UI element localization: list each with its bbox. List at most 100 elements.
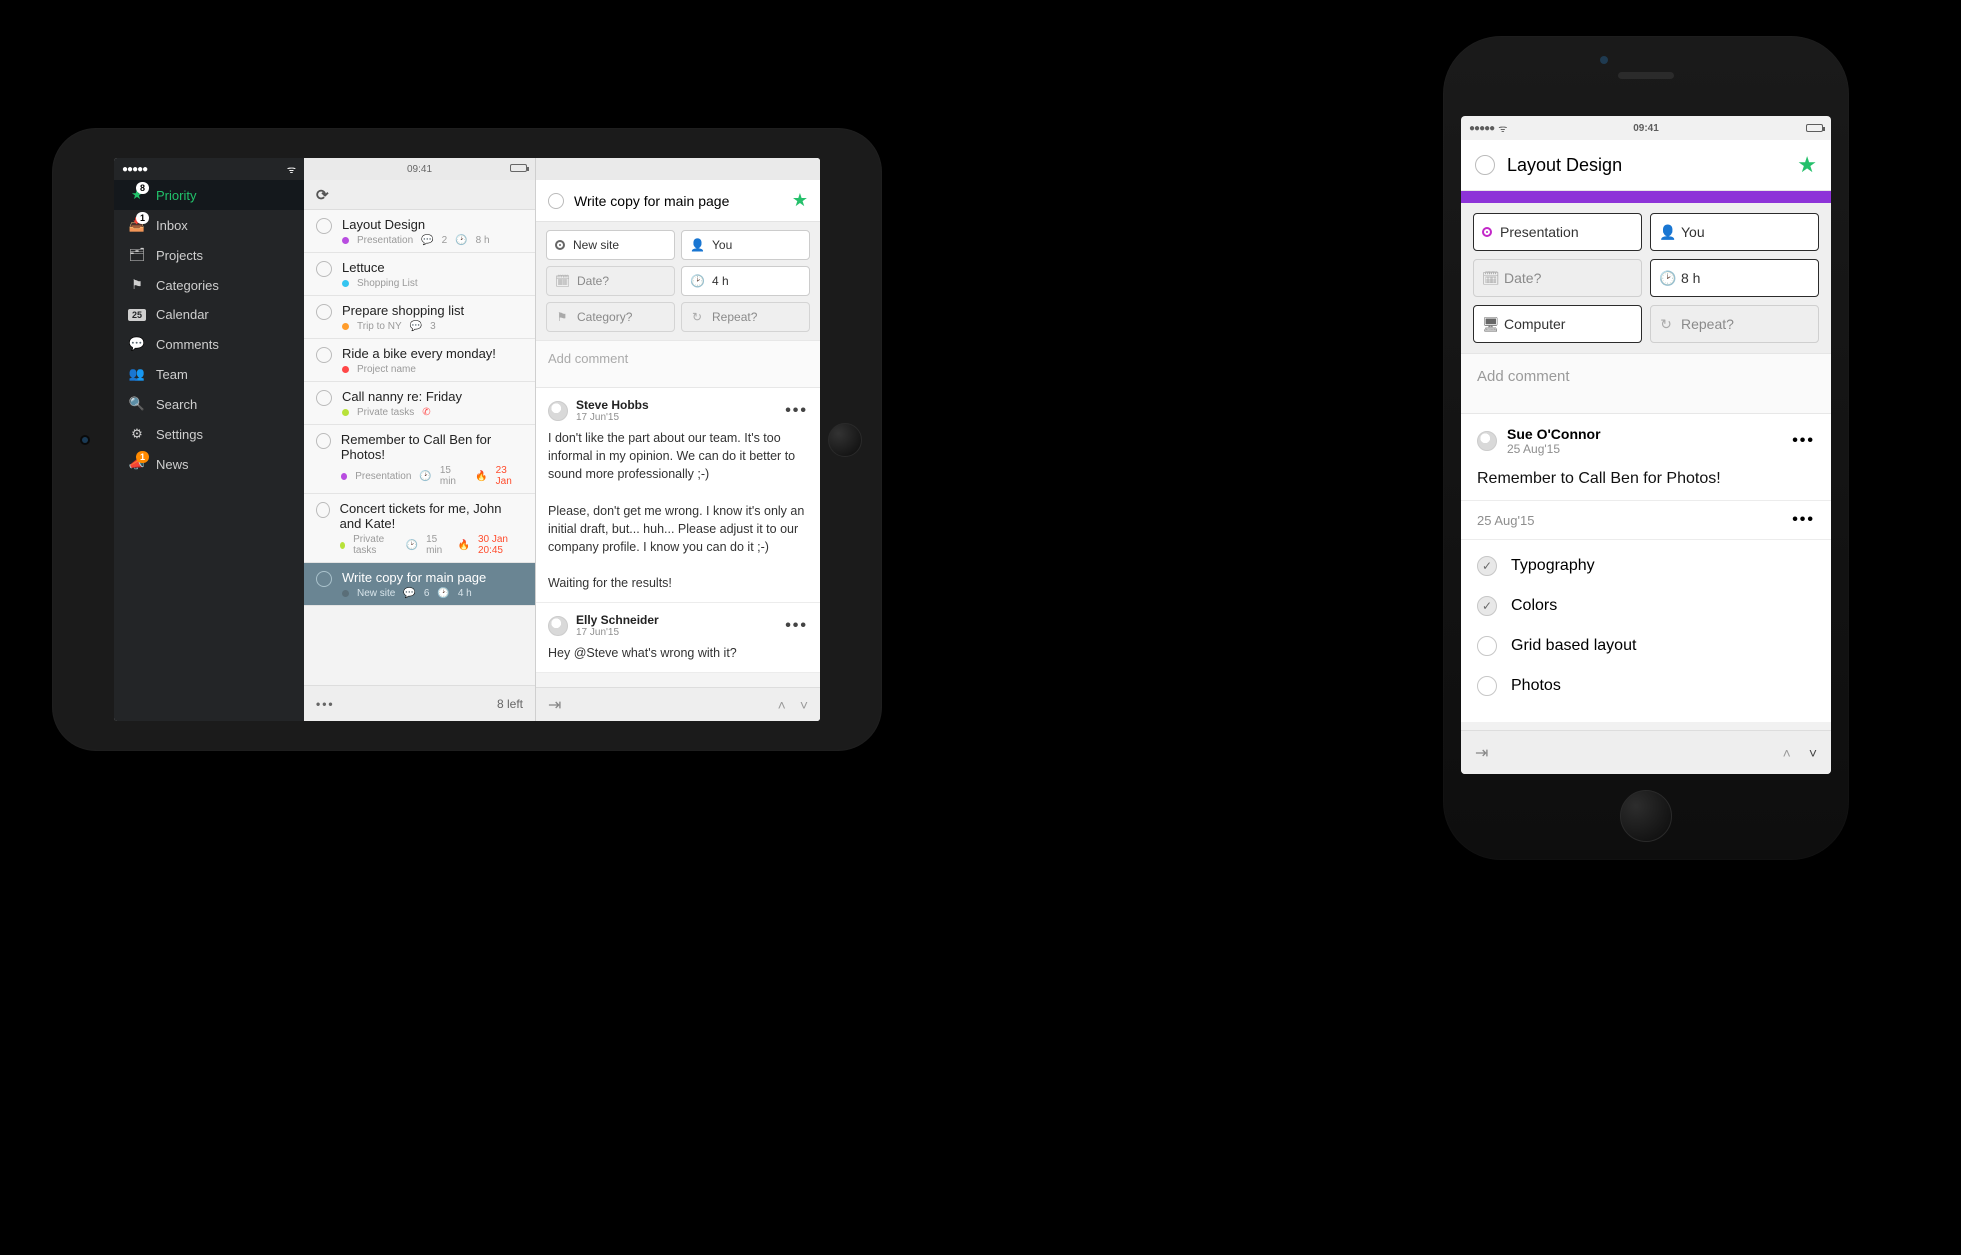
next-icon[interactable]: ˅ (1809, 745, 1817, 761)
sidebar-item-comments[interactable]: 💬 Comments (114, 329, 304, 359)
status-bar: ᯤ (114, 158, 304, 180)
task-title: Layout Design (342, 217, 490, 232)
sidebar-item-label: Priority (156, 188, 196, 203)
complete-toggle[interactable] (316, 502, 330, 518)
clock-icon: 🕑 (1659, 270, 1673, 287)
more-icon[interactable]: ••• (1792, 432, 1815, 450)
sidebar-item-news[interactable]: 📣 1 News (114, 449, 304, 479)
collapse-icon[interactable]: ⇥ (548, 695, 561, 715)
radio-icon (1482, 227, 1492, 237)
project-pill[interactable]: Presentation (1473, 213, 1642, 251)
checkbox[interactable] (1477, 636, 1497, 656)
checkbox[interactable]: ✓ (1477, 596, 1497, 616)
complete-toggle[interactable] (316, 218, 332, 234)
checklist-item[interactable]: Photos (1477, 666, 1815, 706)
checkbox[interactable] (1477, 676, 1497, 696)
person-icon: 👤 (690, 238, 704, 252)
task-detail: Write copy for main page ★ New site 👤You… (536, 158, 820, 721)
complete-toggle[interactable] (316, 261, 332, 277)
checklist-item[interactable]: ✓Colors (1477, 586, 1815, 626)
duration-pill[interactable]: 🕑8 h (1650, 259, 1819, 297)
team-icon: 👥 (128, 366, 146, 382)
add-comment-box[interactable]: Add comment (1461, 354, 1831, 414)
checkbox[interactable]: ✓ (1477, 556, 1497, 576)
task-row[interactable]: Prepare shopping listTrip to NY 💬3 (304, 296, 535, 339)
assignee-pill[interactable]: 👤You (681, 230, 810, 260)
iphone-device: ᯤ 09:41 Layout Design ★ Presentation 👤Yo… (1443, 36, 1849, 860)
complete-toggle[interactable] (1475, 155, 1495, 175)
avatar (1477, 431, 1497, 451)
task-row[interactable]: Write copy for main pageNew site 💬6 🕑4 h (304, 563, 535, 606)
complete-toggle[interactable] (316, 433, 331, 449)
more-icon[interactable]: ••• (785, 402, 808, 420)
project-name: Private tasks (357, 407, 414, 418)
task-meta: Shopping List (342, 278, 418, 289)
task-title: Lettuce (342, 260, 418, 275)
ipad-home-button[interactable] (828, 423, 862, 457)
person-icon: 👤 (1659, 224, 1673, 241)
monitor-icon: 🖥 (1482, 316, 1496, 333)
task-meta: New site 💬6 🕑4 h (342, 588, 486, 599)
iphone-home-button[interactable] (1620, 790, 1672, 842)
task-row[interactable]: Call nanny re: FridayPrivate tasks ✆ (304, 382, 535, 425)
task-row[interactable]: Lettuce Shopping List (304, 253, 535, 296)
star-icon[interactable]: ★ (1797, 152, 1817, 178)
duration-pill[interactable]: 🕑4 h (681, 266, 810, 296)
sidebar-item-search[interactable]: 🔍 Search (114, 389, 304, 419)
date-pill[interactable]: 🗓Date? (1473, 259, 1642, 297)
comment-author: Elly Schneider (576, 613, 659, 627)
detail-header: Write copy for main page ★ (536, 180, 820, 222)
prev-icon[interactable]: ˄ (778, 697, 786, 713)
comment-date: 17 Jun'15 (576, 412, 649, 423)
project-dot (342, 280, 349, 287)
sidebar-item-categories[interactable]: ⚑ Categories (114, 270, 304, 300)
sidebar-item-calendar[interactable]: 25 Calendar (114, 300, 304, 329)
sidebar-item-priority[interactable]: ★ 8 Priority (114, 180, 304, 210)
date-pill[interactable]: 🗓Date? (546, 266, 675, 296)
avatar (548, 616, 568, 636)
folder-icon: 🗂 (128, 247, 146, 263)
repeat-pill[interactable]: ↻Repeat? (1650, 305, 1819, 343)
prev-icon[interactable]: ˄ (1783, 745, 1791, 761)
task-row[interactable]: Remember to Call Ben for Photos!Presenta… (304, 425, 535, 494)
category-pill[interactable]: 🖥Computer (1473, 305, 1642, 343)
task-row[interactable]: Layout DesignPresentation 💬2 🕑8 h (304, 210, 535, 253)
sidebar-item-settings[interactable]: ⚙ Settings (114, 419, 304, 449)
sidebar-item-label: Inbox (156, 218, 188, 233)
news-badge: 1 (136, 451, 149, 463)
complete-toggle[interactable] (316, 347, 332, 363)
sidebar-item-projects[interactable]: 🗂 Projects (114, 240, 304, 270)
more-icon[interactable]: ••• (1792, 511, 1815, 529)
battery-icon (510, 164, 527, 175)
comment-author: Sue O'Connor (1507, 426, 1601, 442)
next-icon[interactable]: ˅ (800, 697, 808, 713)
complete-toggle[interactable] (316, 390, 332, 406)
complete-toggle[interactable] (316, 571, 332, 587)
project-name: Shopping List (357, 278, 418, 289)
task-row[interactable]: Concert tickets for me, John and Kate!Pr… (304, 494, 535, 563)
project-pill[interactable]: New site (546, 230, 675, 260)
checklist-item[interactable]: ✓Typography (1477, 546, 1815, 586)
more-icon[interactable]: ••• (785, 617, 808, 635)
refresh-icon[interactable]: ⟳ (316, 186, 329, 204)
star-icon[interactable]: ★ (792, 190, 808, 211)
complete-toggle[interactable] (548, 193, 564, 209)
checklist-item[interactable]: Grid based layout (1477, 626, 1815, 666)
repeat-pill[interactable]: ↻Repeat? (681, 302, 810, 332)
clock-icon: 🕑 (406, 540, 418, 551)
complete-toggle[interactable] (316, 304, 332, 320)
collapse-icon[interactable]: ⇥ (1475, 743, 1488, 763)
comment-body: Hey @Steve what's wrong with it? (548, 638, 808, 666)
iphone-screen: ᯤ 09:41 Layout Design ★ Presentation 👤Yo… (1461, 116, 1831, 774)
add-comment-box[interactable]: Add comment (536, 340, 820, 388)
more-icon[interactable]: ••• (316, 697, 335, 711)
assignee-pill[interactable]: 👤You (1650, 213, 1819, 251)
task-row[interactable]: Ride a bike every monday!Project name (304, 339, 535, 382)
project-dot (341, 473, 347, 480)
task-title: Remember to Call Ben for Photos! (341, 432, 523, 462)
category-pill[interactable]: ⚑Category? (546, 302, 675, 332)
checklist-label: Photos (1511, 677, 1561, 695)
sidebar-item-inbox[interactable]: 📥 1 Inbox (114, 210, 304, 240)
task-title: Call nanny re: Friday (342, 389, 462, 404)
sidebar-item-team[interactable]: 👥 Team (114, 359, 304, 389)
